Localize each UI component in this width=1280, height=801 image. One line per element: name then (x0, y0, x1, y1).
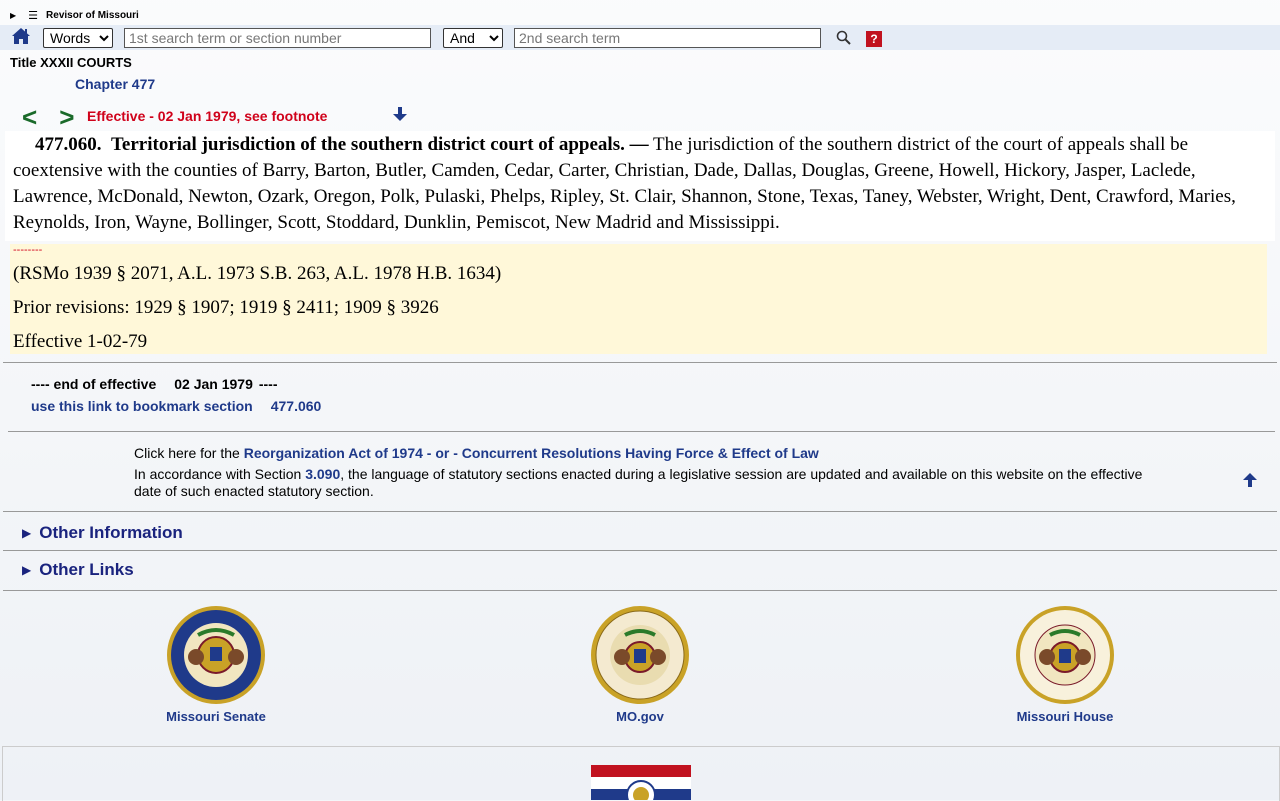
history-separator: -------- (13, 244, 43, 256)
history-prior-revisions: Prior revisions: 1929 § 1907; 1919 § 241… (13, 297, 439, 318)
section-number: 477.060. (35, 134, 102, 155)
title-breadcrumb[interactable]: Title XXXII COURTS (10, 55, 132, 70)
section-3090-link[interactable]: 3.090 (305, 466, 340, 482)
other-information-toggle[interactable]: ▶ Other Information (22, 523, 183, 543)
arrow-up-icon[interactable] (1242, 472, 1258, 488)
previous-section-button[interactable]: < (22, 102, 37, 133)
reorganization-act-link[interactable]: Reorganization Act of 1974 - or - Concur… (244, 445, 819, 461)
divider (8, 431, 1275, 432)
statute-text: 477.060. Territorial jurisdiction of the… (13, 132, 1263, 236)
arrow-down-icon[interactable] (392, 106, 408, 122)
search-mode-select[interactable]: Words (43, 28, 113, 48)
search-term-1-input[interactable] (124, 28, 431, 48)
search-icon[interactable] (836, 30, 852, 49)
other-links-toggle[interactable]: ▶ Other Links (22, 560, 134, 580)
missouri-flag-icon[interactable] (591, 765, 691, 800)
mo-gov-label[interactable]: MO.gov (560, 709, 720, 724)
history-source: (RSMo 1939 § 2071, A.L. 1973 S.B. 263, A… (13, 263, 502, 284)
click-here-text: Click here for the (134, 445, 240, 461)
mo-gov-link[interactable]: MO.gov (560, 605, 720, 724)
section-nav: < > (22, 102, 74, 133)
search-term-2-input[interactable] (514, 28, 821, 48)
end-of-effective: ---- end of effective 02 Jan 1979 ---- (31, 376, 278, 392)
end-effective-prefix: ---- end of effective (31, 376, 157, 392)
hamburger-menu-icon[interactable]: ☰ (28, 9, 38, 22)
other-information-label[interactable]: Other Information (39, 523, 183, 543)
senate-label[interactable]: Missouri Senate (136, 709, 296, 724)
help-button[interactable]: ? (866, 31, 882, 47)
state-seal-icon[interactable] (590, 605, 690, 705)
expand-menu-icon[interactable]: ▶ (10, 11, 16, 20)
home-icon[interactable] (11, 27, 31, 45)
site-header: ▶ ☰ Revisor of Missouri (10, 9, 139, 22)
accord-prefix: In accordance with Section (134, 466, 302, 482)
effective-date-notice[interactable]: Effective - 02 Jan 1979, see footnote (87, 108, 327, 124)
search-operator-select[interactable]: And (443, 28, 503, 48)
other-links-label[interactable]: Other Links (39, 560, 133, 580)
reorganization-notice: Click here for the Reorganization Act of… (134, 445, 819, 461)
chapter-link[interactable]: Chapter 477 (75, 76, 155, 92)
house-seal-icon[interactable] (1015, 605, 1115, 705)
expand-triangle-icon: ▶ (22, 526, 32, 540)
senate-seal-icon[interactable] (166, 605, 266, 705)
bookmark-section-number[interactable]: 477.060 (271, 398, 322, 414)
divider (3, 550, 1277, 551)
site-title: Revisor of Missouri (46, 10, 139, 21)
house-link[interactable]: Missouri House (985, 605, 1145, 724)
end-effective-suffix: ---- (258, 376, 278, 392)
section-heading: Territorial jurisdiction of the southern… (111, 134, 649, 155)
end-effective-date: 02 Jan 1979 (174, 376, 253, 392)
expand-triangle-icon: ▶ (22, 563, 32, 577)
senate-link[interactable]: Missouri Senate (136, 605, 296, 724)
divider (3, 590, 1277, 591)
next-section-button[interactable]: > (59, 102, 74, 133)
divider (3, 362, 1277, 363)
house-label[interactable]: Missouri House (985, 709, 1145, 724)
effective-date-policy: In accordance with Section 3.090, the la… (134, 466, 1164, 500)
bookmark-label[interactable]: use this link to bookmark section (31, 398, 253, 414)
divider (3, 511, 1277, 512)
bookmark-link[interactable]: use this link to bookmark section 477.060 (31, 398, 321, 414)
history-effective: Effective 1-02-79 (13, 331, 148, 352)
